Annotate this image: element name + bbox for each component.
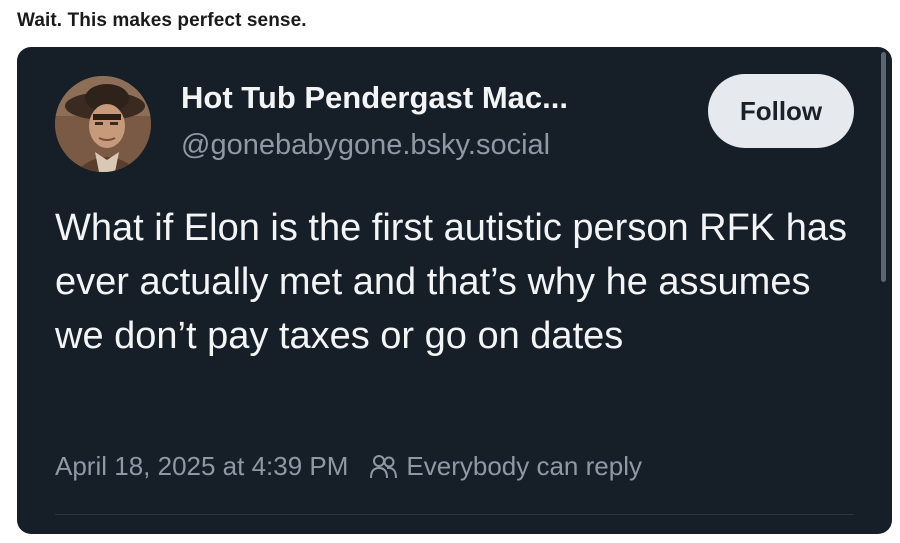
post-card: Hot Tub Pendergast Mac... @gonebabygone.…: [17, 47, 892, 534]
avatar[interactable]: [55, 76, 151, 172]
post-timestamp[interactable]: April 18, 2025 at 4:39 PM: [55, 451, 348, 482]
divider: [55, 514, 854, 515]
author-handle[interactable]: @gonebabygone.bsky.social: [181, 129, 550, 162]
post-caption: Wait. This makes perfect sense.: [17, 10, 307, 31]
reply-setting[interactable]: Everybody can reply: [406, 451, 642, 482]
follow-button[interactable]: Follow: [708, 74, 854, 148]
post-text: What if Elon is the first autistic perso…: [55, 207, 847, 357]
post-meta: April 18, 2025 at 4:39 PM Everybody can …: [55, 451, 642, 482]
author-name[interactable]: Hot Tub Pendergast Mac...: [181, 80, 568, 116]
avatar-image: [55, 76, 151, 172]
scrollbar[interactable]: [881, 52, 886, 282]
people-icon: [370, 454, 398, 480]
